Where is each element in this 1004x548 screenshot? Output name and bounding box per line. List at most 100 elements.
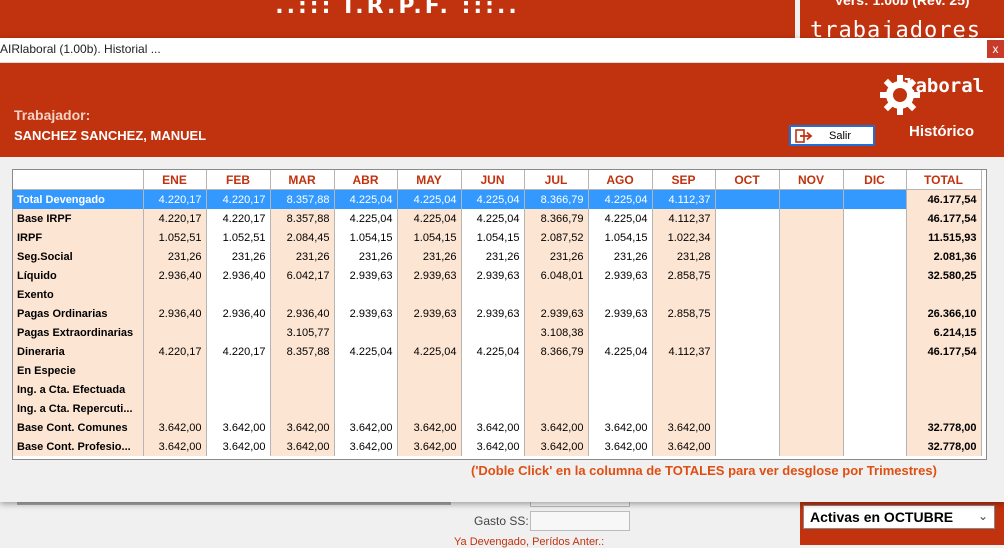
historial-grid[interactable]: ENE FEB MAR ABR MAY JUN JUL AGO SEP OCT NOV DIC TOTA… [12, 169, 987, 460]
table-row[interactable]: Total Devengado 4.220,17 4.220,17 8.357,88 4… [13, 189, 982, 209]
table-row[interactable]: Ing. a Cta. Repercuti... [13, 399, 982, 418]
table-cell[interactable]: 2.939,63 [334, 304, 398, 323]
table-cell[interactable] [524, 361, 589, 380]
table-row[interactable]: Base IRPF 4.220,17 4.220,17 8.357,88 4.225,0… [13, 209, 982, 228]
total-cell[interactable] [906, 380, 982, 399]
active-month-select[interactable]: Activas en OCTUBRE ⌄ [803, 505, 995, 529]
table-row[interactable]: Líquido 2.936,40 2.936,40 6.042,17 2.939,63 2… [13, 266, 982, 285]
table-cell[interactable] [588, 361, 653, 380]
table-cell[interactable]: 4.220,17 [143, 342, 207, 361]
table-cell[interactable] [652, 323, 716, 342]
table-cell[interactable] [779, 266, 844, 285]
table-cell[interactable] [843, 285, 907, 304]
table-cell[interactable] [397, 399, 462, 418]
table-cell[interactable]: 1.052,51 [143, 228, 207, 247]
table-cell[interactable] [652, 399, 716, 418]
table-row[interactable]: Base Cont. Comunes 3.642,00 3.642,00 3.642,… [13, 418, 982, 437]
table-cell[interactable]: 3.642,00 [143, 418, 207, 437]
table-cell[interactable] [843, 399, 907, 418]
table-cell[interactable]: 231,26 [334, 247, 398, 266]
table-cell[interactable]: 8.357,88 [270, 209, 335, 228]
table-cell[interactable] [143, 380, 207, 399]
salir-button[interactable]: Salir [789, 125, 875, 146]
table-row[interactable]: En Especie [13, 361, 982, 380]
column-header-dic[interactable]: DIC [843, 170, 907, 190]
table-cell[interactable] [843, 437, 907, 456]
close-button[interactable]: x [987, 40, 1004, 58]
table-cell[interactable]: 3.642,00 [206, 437, 271, 456]
table-cell[interactable]: 3.642,00 [524, 418, 589, 437]
column-header-may[interactable]: MAY [397, 170, 462, 190]
total-cell[interactable]: 46.177,54 [906, 342, 982, 361]
table-cell[interactable] [779, 361, 844, 380]
table-cell[interactable]: 3.642,00 [461, 418, 525, 437]
table-cell[interactable] [461, 285, 525, 304]
table-cell[interactable]: 2.084,45 [270, 228, 335, 247]
total-cell[interactable] [906, 399, 982, 418]
table-cell[interactable]: 231,26 [524, 247, 589, 266]
table-cell[interactable] [843, 418, 907, 437]
table-cell[interactable] [143, 323, 207, 342]
table-cell[interactable]: 3.642,00 [397, 418, 462, 437]
table-cell[interactable]: 8.366,79 [524, 189, 589, 209]
table-cell[interactable]: 3.642,00 [588, 437, 653, 456]
column-header-mar[interactable]: MAR [270, 170, 335, 190]
table-cell[interactable] [652, 285, 716, 304]
table-cell[interactable] [779, 228, 844, 247]
column-header-ago[interactable]: AGO [588, 170, 653, 190]
table-cell[interactable]: 4.225,04 [397, 189, 462, 209]
table-cell[interactable]: 4.112,37 [652, 209, 716, 228]
table-cell[interactable] [397, 323, 462, 342]
table-cell[interactable] [715, 247, 780, 266]
table-cell[interactable]: 2.939,63 [588, 266, 653, 285]
table-cell[interactable]: 1.054,15 [397, 228, 462, 247]
table-cell[interactable] [715, 361, 780, 380]
table-cell[interactable] [843, 323, 907, 342]
table-cell[interactable] [843, 304, 907, 323]
table-cell[interactable] [143, 285, 207, 304]
table-cell[interactable]: 2.939,63 [524, 304, 589, 323]
table-cell[interactable]: 3.642,00 [334, 418, 398, 437]
table-cell[interactable] [715, 209, 780, 228]
table-cell[interactable] [334, 399, 398, 418]
total-cell[interactable]: 46.177,54 [906, 189, 982, 209]
total-cell[interactable]: 46.177,54 [906, 209, 982, 228]
table-cell[interactable] [206, 361, 271, 380]
table-cell[interactable]: 2.939,63 [588, 304, 653, 323]
table-row[interactable]: Ing. a Cta. Efectuada [13, 380, 982, 399]
table-cell[interactable]: 2.939,63 [461, 304, 525, 323]
column-header-jun[interactable]: JUN [461, 170, 525, 190]
table-cell[interactable] [843, 266, 907, 285]
table-cell[interactable]: 4.220,17 [206, 189, 271, 209]
table-cell[interactable] [588, 323, 653, 342]
table-cell[interactable] [270, 399, 335, 418]
table-cell[interactable] [143, 361, 207, 380]
table-cell[interactable] [652, 361, 716, 380]
column-header-jul[interactable]: JUL [524, 170, 589, 190]
table-cell[interactable]: 8.357,88 [270, 189, 335, 209]
table-cell[interactable]: 3.642,00 [143, 437, 207, 456]
table-cell[interactable]: 6.048,01 [524, 266, 589, 285]
table-cell[interactable]: 3.642,00 [397, 437, 462, 456]
table-cell[interactable]: 4.225,04 [397, 209, 462, 228]
table-cell[interactable]: 1.022,34 [652, 228, 716, 247]
table-row[interactable]: Seg.Social 231,26 231,26 231,26 231,26 231,26… [13, 247, 982, 266]
table-row[interactable]: IRPF 1.052,51 1.052,51 2.084,45 1.054,15 1.05… [13, 228, 982, 247]
table-cell[interactable]: 2.939,63 [397, 304, 462, 323]
table-cell[interactable] [843, 342, 907, 361]
table-cell[interactable]: 2.939,63 [334, 266, 398, 285]
table-cell[interactable]: 3.642,00 [461, 437, 525, 456]
table-cell[interactable]: 4.225,04 [461, 209, 525, 228]
table-cell[interactable] [334, 285, 398, 304]
table-cell[interactable] [588, 285, 653, 304]
table-row[interactable]: Exento [13, 285, 982, 304]
column-header-total[interactable]: TOTAL [906, 170, 982, 190]
table-cell[interactable] [715, 380, 780, 399]
table-cell[interactable]: 4.220,17 [206, 209, 271, 228]
table-cell[interactable]: 1.052,51 [206, 228, 271, 247]
gasto-ss-field[interactable] [530, 511, 630, 531]
table-cell[interactable]: 6.042,17 [270, 266, 335, 285]
table-cell[interactable]: 231,26 [270, 247, 335, 266]
table-cell[interactable] [715, 323, 780, 342]
table-cell[interactable] [779, 380, 844, 399]
